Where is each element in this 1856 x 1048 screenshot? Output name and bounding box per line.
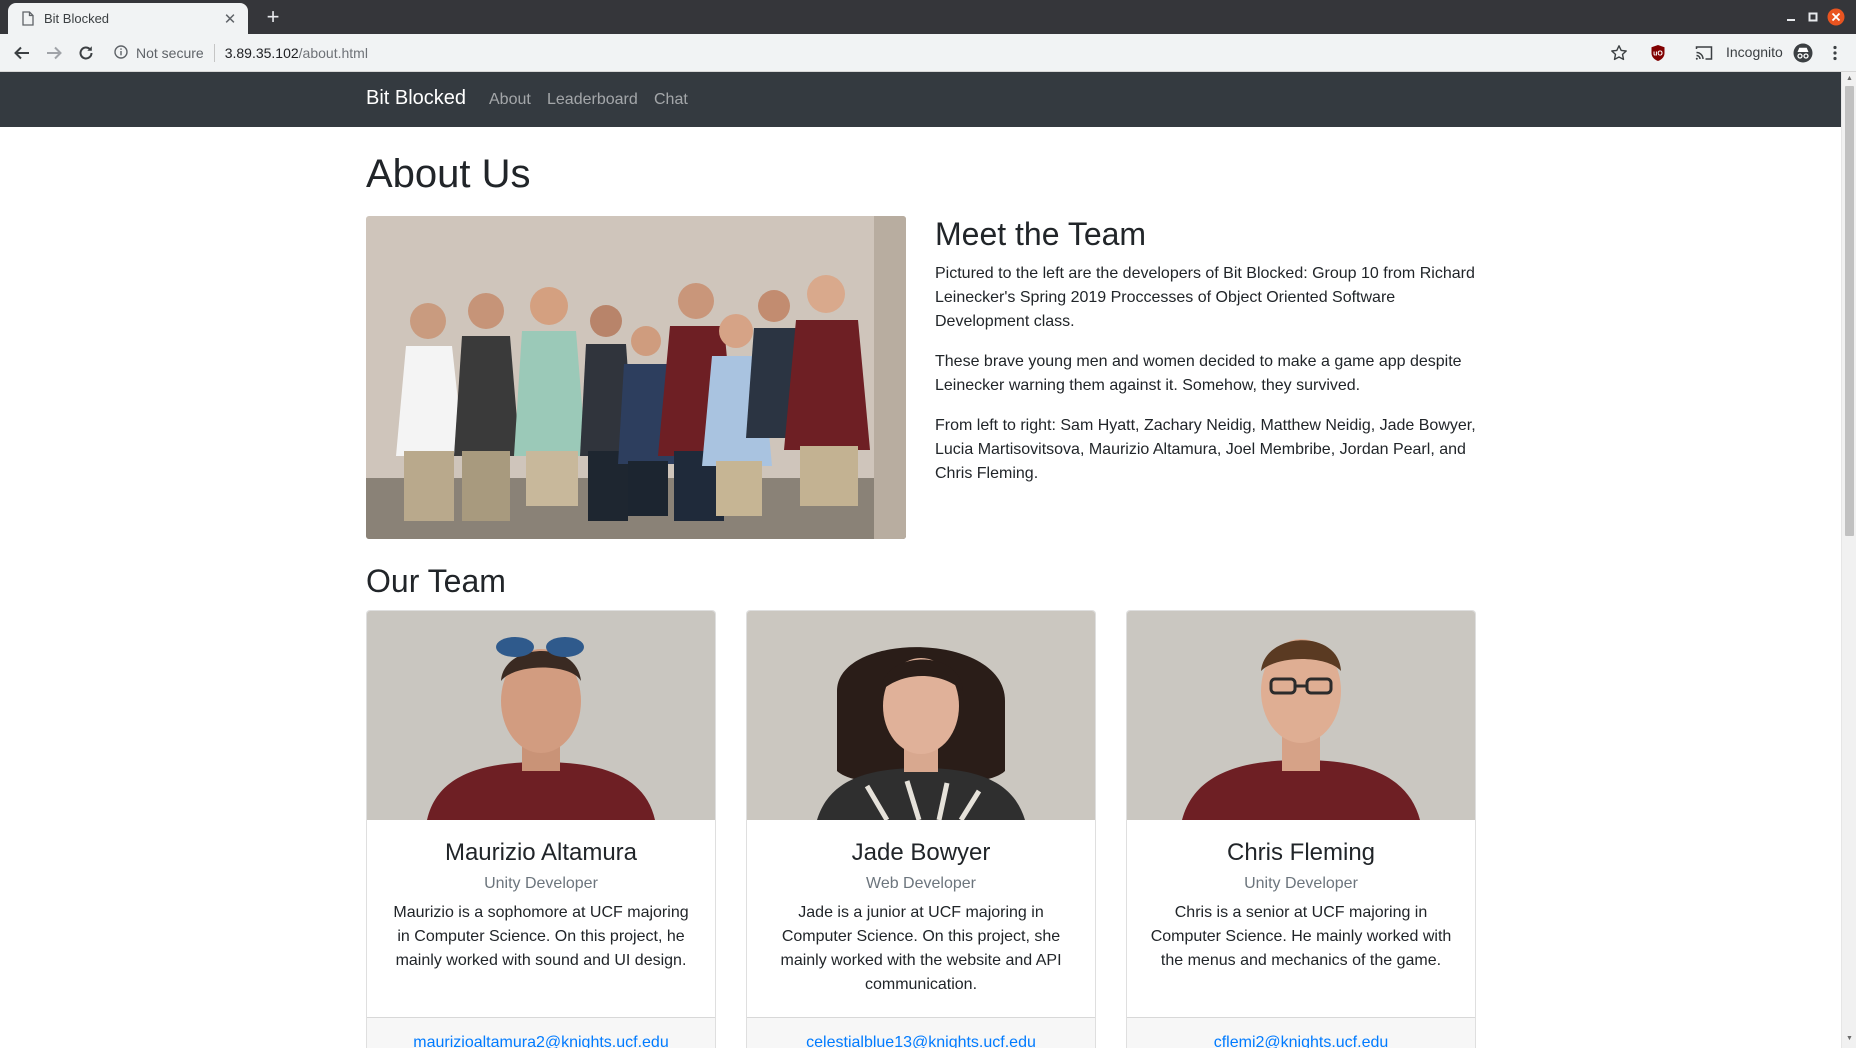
ublock-icon[interactable]: uO — [1646, 41, 1670, 65]
member-role: Web Developer — [866, 875, 976, 892]
portrait-chris — [1127, 611, 1475, 820]
security-label: Not secure — [136, 45, 204, 61]
back-icon[interactable] — [10, 41, 34, 65]
nav-link-about[interactable]: About — [489, 91, 531, 109]
incognito-label: Incognito — [1726, 44, 1783, 60]
info-icon[interactable] — [114, 44, 128, 62]
new-tab-button[interactable]: + — [260, 5, 286, 31]
meet-paragraph-3: From left to right: Sam Hyatt, Zachary N… — [935, 417, 1476, 482]
portrait-jade — [747, 611, 1095, 820]
close-icon[interactable]: ✕ — [222, 10, 238, 28]
member-email-link[interactable]: maurizioaltamura2@knights.ucf.edu — [367, 1034, 715, 1048]
member-bio: Maurizio is a sophomore at UCF majoring … — [393, 904, 689, 969]
browser-tab[interactable]: Bit Blocked ✕ — [8, 3, 248, 34]
member-name: Maurizio Altamura — [444, 839, 638, 866]
member-bio: Chris is a senior at UCF majoring in Com… — [1150, 904, 1452, 969]
nav-link-chat[interactable]: Chat — [654, 91, 688, 109]
tab-title: Bit Blocked — [44, 11, 110, 26]
window-close-icon[interactable] — [1826, 7, 1846, 27]
our-team-title: Our Team — [366, 563, 506, 599]
member-bio: Jade is a junior at UCF majoring in Comp… — [780, 904, 1062, 993]
svg-text:uO: uO — [1653, 51, 1663, 58]
member-name: Chris Fleming — [1226, 839, 1376, 866]
scroll-up-arrow-icon[interactable]: ▲ — [1845, 75, 1854, 82]
page-title: About Us — [366, 152, 531, 196]
team-card-maurizio: Maurizio Altamura Unity Developer Mauriz… — [366, 610, 716, 1048]
kebab-menu-icon[interactable] — [1823, 41, 1847, 65]
team-card-chris: Chris Fleming Unity Developer Chris is a… — [1126, 610, 1476, 1048]
browser-tabstrip: Bit Blocked ✕ + — [0, 0, 1856, 34]
member-name: Jade Bowyer — [851, 839, 991, 866]
reload-icon[interactable] — [74, 41, 98, 65]
page-icon — [22, 11, 34, 26]
scroll-down-arrow-icon[interactable]: ▼ — [1845, 1035, 1854, 1042]
portrait-maurizio — [367, 611, 715, 820]
address-bar[interactable]: Not secure 3.89.35.102/about.html — [114, 40, 368, 66]
maximize-icon[interactable] — [1804, 7, 1822, 27]
page-scrollbar[interactable]: ▲ ▼ — [1841, 72, 1856, 1048]
site-navbar: Bit Blocked About Leaderboard Chat — [0, 72, 1841, 127]
incognito-icon[interactable] — [1791, 41, 1815, 65]
star-icon[interactable] — [1607, 41, 1631, 65]
url-path: /about.html — [298, 45, 368, 61]
team-card-jade: Jade Bowyer Web Developer Jade is a juni… — [746, 610, 1096, 1048]
nav-link-leaderboard[interactable]: Leaderboard — [547, 91, 638, 109]
cast-icon[interactable] — [1692, 41, 1716, 65]
navbar-brand[interactable]: Bit Blocked — [366, 87, 466, 110]
minimize-icon[interactable] — [1782, 7, 1800, 27]
browser-toolbar: Not secure 3.89.35.102/about.html uO Inc… — [0, 34, 1856, 72]
forward-icon[interactable] — [42, 41, 66, 65]
meet-paragraph-1: Pictured to the left are the developers … — [935, 265, 1475, 330]
member-email-link[interactable]: celestialblue13@knights.ucf.edu — [747, 1034, 1095, 1048]
meet-the-team-title: Meet the Team — [935, 216, 1147, 252]
member-email-link[interactable]: cflemi2@knights.ucf.edu — [1127, 1034, 1475, 1048]
scrollbar-thumb[interactable] — [1845, 86, 1854, 536]
member-role: Unity Developer — [484, 875, 598, 892]
url-host: 3.89.35.102 — [224, 45, 299, 61]
meet-paragraph-2: These brave young men and women decided … — [935, 353, 1462, 394]
member-role: Unity Developer — [1244, 875, 1358, 892]
address-separator — [213, 44, 215, 62]
team-photo — [366, 216, 906, 539]
